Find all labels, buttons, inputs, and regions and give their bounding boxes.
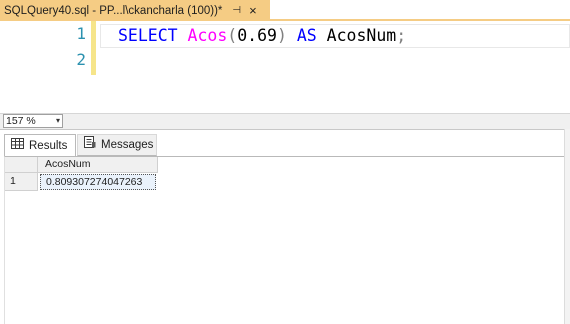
chevron-down-icon: ▾ [55,116,60,125]
zoom-value: 157 % [6,115,36,127]
code-line-1[interactable]: SELECT Acos(0.69) AS AcosNum; [118,23,406,49]
tab-results[interactable]: Results [4,134,76,156]
grid-corner-cell[interactable] [5,157,38,173]
tab-messages-label: Messages [101,139,154,151]
document-tab[interactable]: SQLQuery40.sql - PP...l\ckancharla (100)… [0,0,270,21]
grid-cell-selected[interactable]: 0.809307274047263 [40,174,156,190]
document-tab-bar: SQLQuery40.sql - PP...l\ckancharla (100)… [0,0,570,21]
ssms-query-window: SQLQuery40.sql - PP...l\ckancharla (100)… [0,0,570,324]
results-grid[interactable]: AcosNum 1 0.809307274047263 [4,156,564,324]
editor-status-strip: 157 % ▾ [0,113,570,129]
tab-results-label: Results [29,139,68,152]
column-alias: AcosNum [326,26,397,45]
open-paren: ( [227,26,238,45]
keyword-as: AS [296,26,317,45]
column-header-acosnum[interactable]: AcosNum [38,157,158,173]
document-tab-title: SQLQuery40.sql - PP...l\ckancharla (100)… [4,4,223,17]
keyword-select: SELECT [118,26,178,45]
line-number: 2 [76,50,86,69]
line-number-gutter: 1 2 [56,21,86,73]
function-name: Acos [187,26,228,45]
statement-terminator: ; [396,26,407,45]
tab-messages[interactable]: Messages [77,134,157,156]
close-icon[interactable]: × [249,4,257,17]
results-pane: Results Messages AcosNum 1 0.80930727404… [0,129,570,324]
grid-icon [11,136,24,156]
zoom-dropdown[interactable]: 157 % ▾ [3,114,63,128]
change-tracking-bar [91,21,96,75]
grid-header-row: AcosNum [5,157,165,173]
close-paren: ) [276,26,287,45]
row-number-cell[interactable]: 1 [5,173,38,191]
query-editor[interactable]: 1 2 SELECT Acos(0.69) AS AcosNum; [0,21,570,113]
line-number: 1 [76,24,86,43]
pin-icon[interactable]: ⊣ [232,5,241,16]
numeric-argument: 0.69 [237,26,277,45]
vertical-scrollbar[interactable] [564,129,570,324]
messages-icon [84,135,96,155]
